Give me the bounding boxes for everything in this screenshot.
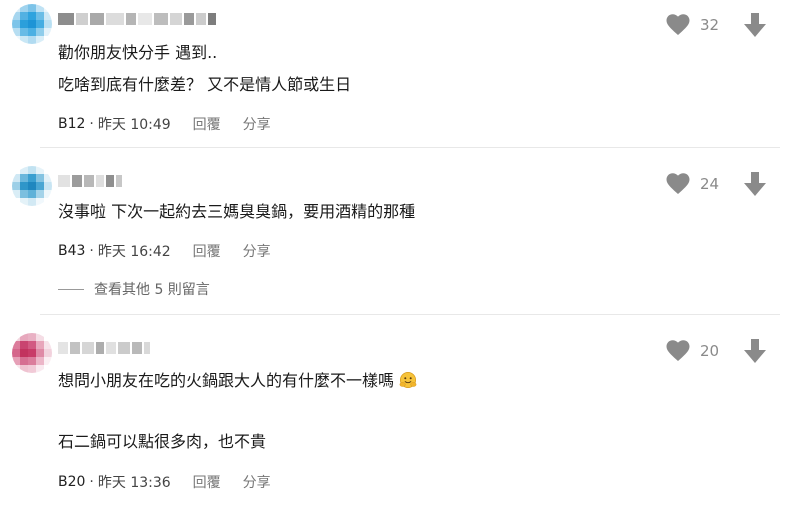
like-button[interactable]: 32 bbox=[666, 14, 724, 36]
username-blurred[interactable] bbox=[58, 13, 216, 25]
comment-text-line: 吃啥到底有什麼差？ 又不是情人節或生日 bbox=[58, 75, 352, 94]
comment-meta: B20 · 昨天 13:36 回覆 分享 bbox=[58, 472, 271, 492]
like-button[interactable]: 24 bbox=[666, 173, 724, 195]
divider bbox=[40, 147, 780, 148]
like-count: 24 bbox=[700, 175, 720, 193]
avatar[interactable] bbox=[12, 4, 52, 44]
arrow-down-icon[interactable] bbox=[744, 172, 766, 196]
arrow-down-icon[interactable] bbox=[744, 13, 766, 37]
share-button[interactable]: 分享 bbox=[243, 241, 271, 261]
avatar[interactable] bbox=[12, 166, 52, 206]
timestamp: 昨天 13:36 bbox=[97, 475, 171, 491]
avatar[interactable] bbox=[12, 333, 52, 373]
floor-number[interactable]: B20 bbox=[58, 474, 85, 490]
username-blurred[interactable] bbox=[58, 175, 122, 187]
reply-button[interactable]: 回覆 bbox=[193, 114, 221, 134]
separator-dot: · bbox=[89, 116, 94, 132]
timestamp: 昨天 10:49 bbox=[97, 117, 171, 133]
timestamp: 昨天 16:42 bbox=[97, 244, 171, 260]
more-replies-line bbox=[58, 288, 84, 290]
divider bbox=[40, 314, 780, 315]
comment-text: 想問小朋友在吃的火鍋跟大人的有什麼不一樣嗎 bbox=[58, 371, 395, 390]
heart-icon[interactable] bbox=[666, 14, 690, 36]
arrow-down-icon[interactable] bbox=[744, 339, 766, 363]
floor-number[interactable]: B43 bbox=[58, 243, 85, 259]
like-button[interactable]: 20 bbox=[666, 340, 724, 362]
separator-dot: · bbox=[89, 243, 94, 259]
share-button[interactable]: 分享 bbox=[243, 114, 271, 134]
reply-button[interactable]: 回覆 bbox=[193, 472, 221, 492]
comment-text-line: 勸你朋友快分手 遇到.. bbox=[58, 43, 218, 62]
comment-text-line: 沒事啦 下次一起約去三媽臭臭鍋，要用酒精的那種 bbox=[58, 202, 416, 221]
hugging-face-emoji-icon bbox=[399, 371, 417, 389]
like-count: 32 bbox=[700, 16, 720, 34]
heart-icon[interactable] bbox=[666, 173, 690, 195]
floor-number[interactable]: B12 bbox=[58, 116, 85, 132]
separator-dot: · bbox=[89, 474, 94, 490]
more-replies-label: 查看其他 5 則留言 bbox=[94, 282, 210, 298]
view-more-replies[interactable]: 查看其他 5 則留言 bbox=[58, 279, 210, 299]
share-button[interactable]: 分享 bbox=[243, 472, 271, 492]
comment-meta: B43 · 昨天 16:42 回覆 分享 bbox=[58, 241, 271, 261]
heart-icon[interactable] bbox=[666, 340, 690, 362]
like-count: 20 bbox=[700, 342, 720, 360]
comment-meta: B12 · 昨天 10:49 回覆 分享 bbox=[58, 114, 271, 134]
username-blurred[interactable] bbox=[58, 342, 150, 354]
comment-text-line: 想問小朋友在吃的火鍋跟大人的有什麼不一樣嗎 bbox=[58, 370, 417, 392]
comment-text-line: 石二鍋可以點很多肉，也不貴 bbox=[58, 432, 267, 451]
reply-button[interactable]: 回覆 bbox=[193, 241, 221, 261]
